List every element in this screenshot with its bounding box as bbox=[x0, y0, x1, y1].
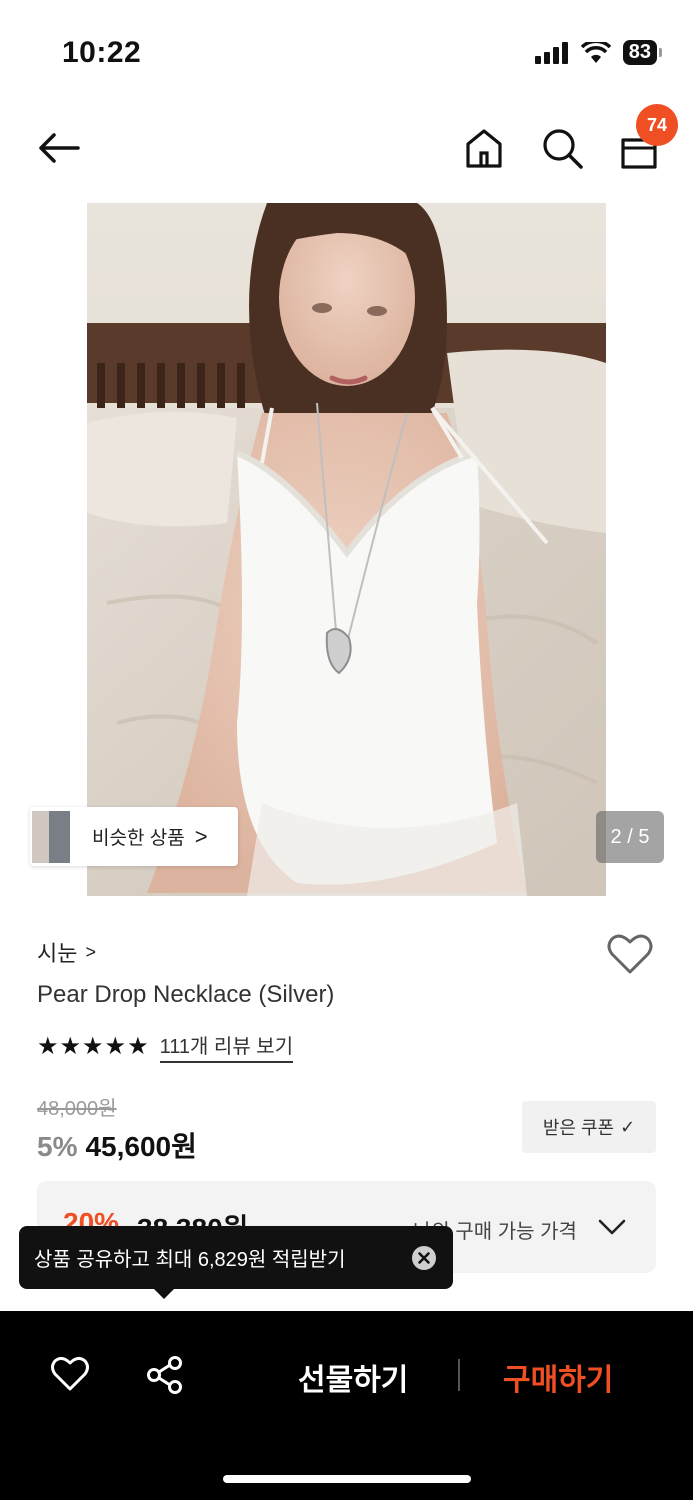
product-image[interactable] bbox=[87, 203, 606, 896]
tooltip-text: 상품 공유하고 최대 6,829원 적립받기 bbox=[34, 1249, 346, 1271]
share-reward-tooltip: 상품 공유하고 최대 6,829원 적립받기 bbox=[19, 1226, 453, 1289]
coupon-label: 받은 쿠폰 bbox=[542, 1118, 615, 1138]
tooltip-tail bbox=[153, 1288, 175, 1299]
rating: ★★★★★ 111개 리뷰 보기 bbox=[37, 1030, 294, 1063]
wifi-icon bbox=[580, 41, 611, 63]
gift-button[interactable]: 선물하기 bbox=[298, 1355, 408, 1399]
close-icon[interactable] bbox=[411, 1245, 437, 1271]
cart-count-badge: 74 bbox=[636, 104, 678, 146]
divider bbox=[458, 1359, 460, 1391]
heart-icon[interactable] bbox=[50, 1355, 90, 1393]
bottom-action-bar: 선물하기 구매하기 bbox=[0, 1311, 693, 1500]
discount-rate: 5% bbox=[37, 1131, 78, 1162]
product-title: Pear Drop Necklace (Silver) bbox=[37, 981, 335, 1008]
product-photo bbox=[87, 203, 606, 896]
review-link[interactable]: 111개 리뷰 보기 bbox=[159, 1030, 294, 1063]
status-bar: 10:22 83 bbox=[0, 0, 693, 100]
status-time: 10:22 bbox=[62, 36, 142, 69]
top-nav: 74 bbox=[0, 104, 693, 190]
similar-thumbnail bbox=[32, 810, 70, 863]
signal-icon bbox=[534, 41, 568, 64]
back-arrow-icon[interactable] bbox=[34, 128, 84, 168]
chevron-right-icon: > bbox=[85, 941, 96, 962]
similar-label: 비슷한 상품 bbox=[92, 828, 185, 849]
page-indicator: 2 / 5 bbox=[596, 811, 664, 863]
original-price: 48,000원 bbox=[37, 1098, 117, 1120]
share-icon[interactable] bbox=[146, 1355, 184, 1395]
status-icons: 83 bbox=[534, 40, 663, 65]
similar-products-button[interactable]: 비슷한 상품 > bbox=[30, 807, 238, 866]
battery-indicator: 83 bbox=[622, 40, 663, 65]
chevron-down-icon bbox=[598, 1219, 626, 1235]
search-icon[interactable] bbox=[540, 126, 584, 170]
brand-link[interactable]: 시눈 > bbox=[37, 936, 96, 968]
brand-name: 시눈 bbox=[37, 941, 78, 966]
buy-button[interactable]: 구매하기 bbox=[503, 1355, 613, 1399]
home-icon[interactable] bbox=[462, 126, 506, 170]
star-rating-icon: ★★★★★ bbox=[37, 1033, 150, 1060]
sale-price-row: 5% 45,600원 bbox=[37, 1125, 197, 1165]
heart-icon[interactable] bbox=[606, 932, 654, 976]
home-indicator bbox=[223, 1475, 471, 1483]
sale-price: 45,600원 bbox=[85, 1131, 197, 1162]
chevron-right-icon: > bbox=[194, 823, 208, 849]
check-icon: ✓ bbox=[620, 1116, 636, 1137]
coupon-button[interactable]: 받은 쿠폰 ✓ bbox=[522, 1101, 656, 1153]
